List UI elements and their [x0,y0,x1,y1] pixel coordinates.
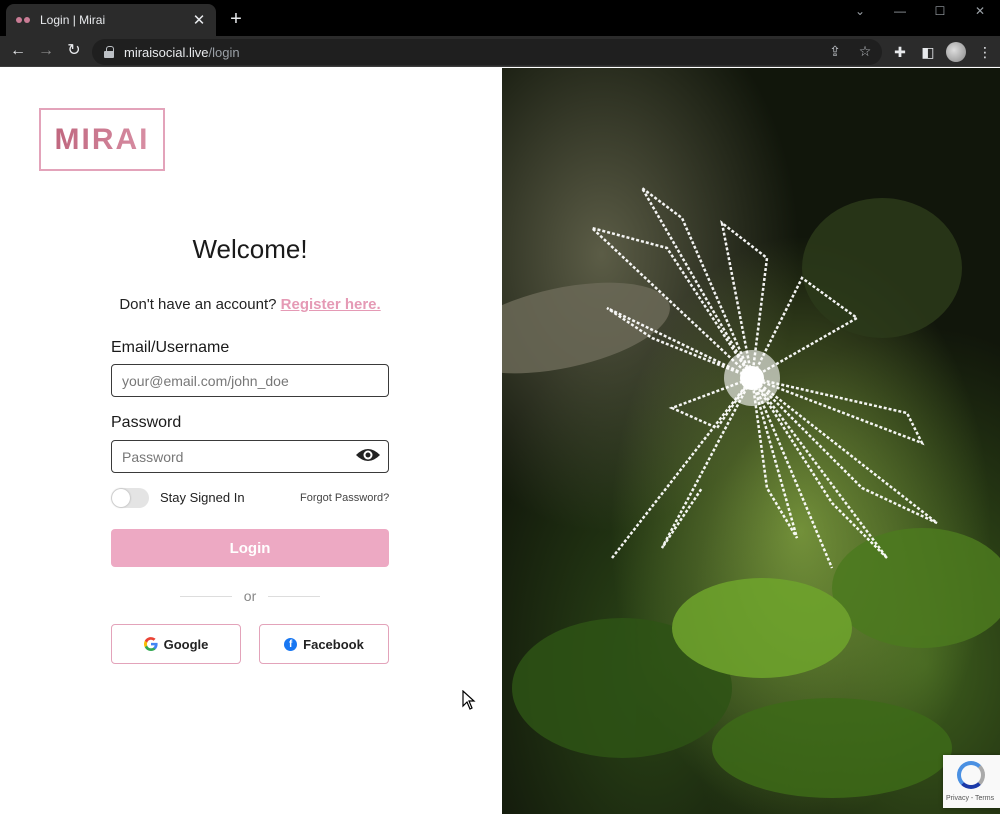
facebook-button-label: Facebook [303,636,364,652]
extensions-icon[interactable]: ✚ [890,42,910,62]
address-bar[interactable]: miraisocial.live /login ⇪ ☆ [92,39,882,65]
back-icon[interactable]: ← [7,40,29,62]
new-tab-button[interactable]: + [226,8,246,30]
mirai-favicon-icon [16,15,32,25]
google-button-label: Google [163,636,209,652]
register-link[interactable]: Register here. [281,296,381,313]
hero-photo [502,68,1000,814]
tab-strip: Login | Mirai ✕ + ⌄ — ☐ ✕ [0,0,1000,36]
register-prompt: Don't have an account? Register here. [0,296,500,313]
close-window-icon[interactable]: ✕ [960,0,1000,22]
google-button[interactable]: Google [111,624,241,664]
stay-signed-in-toggle[interactable] [111,488,149,508]
recaptcha-icon [957,761,985,789]
email-field[interactable] [111,364,389,397]
eye-icon[interactable] [355,447,381,463]
reload-icon[interactable]: ↻ [63,40,85,62]
forward-icon[interactable]: → [35,40,57,62]
star-icon[interactable]: ☆ [856,43,874,60]
tab-search-icon[interactable]: ⌄ [840,0,880,22]
stay-signed-in-label: Stay Signed In [160,490,245,505]
password-field[interactable] [111,440,389,473]
lock-icon[interactable] [104,46,114,58]
password-label: Password [111,414,182,431]
browser-toolbar: ← → ↻ miraisocial.live /login ⇪ ☆ ✚ ◧ ⋮ [0,36,1000,67]
profile-avatar[interactable] [946,42,966,62]
sidepanel-icon[interactable]: ◧ [918,42,938,62]
facebook-icon: f [284,637,298,651]
recaptcha-links[interactable]: Privacy - Terms [946,795,994,802]
logo-text: MIRAI [54,122,150,156]
welcome-heading: Welcome! [192,234,308,264]
maximize-icon[interactable]: ☐ [920,0,960,22]
share-icon[interactable]: ⇪ [826,43,844,60]
minimize-icon[interactable]: — [880,0,920,22]
facebook-button[interactable]: f Facebook [259,624,389,664]
window-controls: ⌄ — ☐ ✕ [840,0,1000,22]
recaptcha-badge[interactable]: Privacy - Terms [943,755,1000,808]
tab-close-icon[interactable]: ✕ [190,11,208,29]
mouse-cursor-icon [462,690,476,710]
login-button[interactable]: Login [111,529,389,567]
menu-icon[interactable]: ⋮ [975,42,995,62]
divider-line-left [180,595,232,597]
email-label: Email/Username [111,339,230,356]
mirai-logo[interactable]: MIRAI [39,108,165,171]
light-flower-illustration [502,187,1000,798]
or-text: or [243,588,257,604]
browser-tab[interactable]: Login | Mirai ✕ [6,4,216,36]
tab-title: Login | Mirai [40,13,106,27]
login-panel: MIRAI Welcome! Don't have an account? Re… [0,68,502,814]
google-icon [143,637,158,651]
url-host: miraisocial.live [124,44,209,60]
url-path: /login [208,44,240,60]
divider-line-right [268,595,321,597]
forgot-password-link[interactable]: Forgot Password? [300,492,389,504]
or-divider: or [180,588,321,604]
no-account-text: Don't have an account? [119,296,277,313]
